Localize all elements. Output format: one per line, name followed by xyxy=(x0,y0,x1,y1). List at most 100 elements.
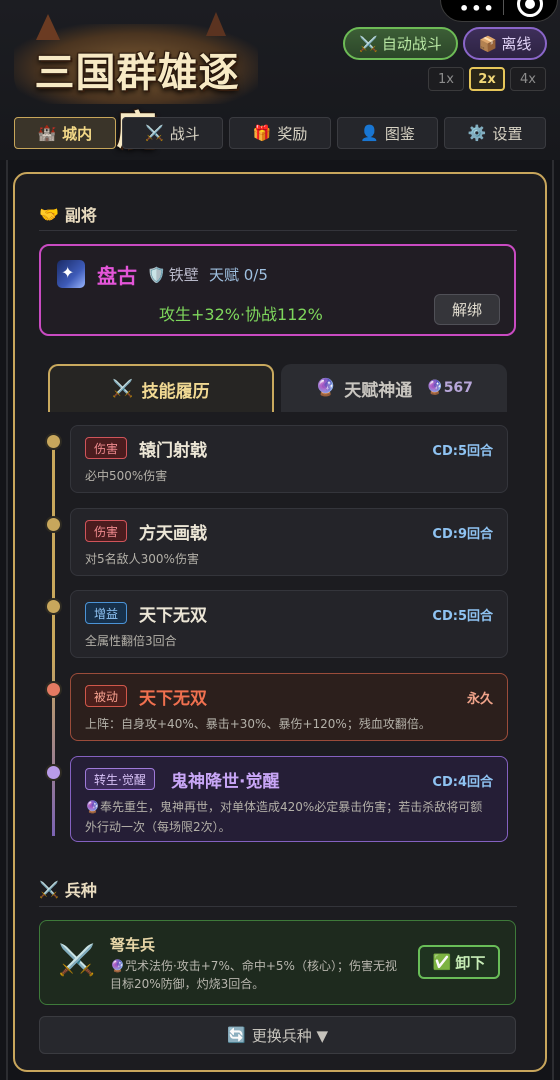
deputy-card[interactable]: ✦ 盘古 🛡️ 铁壁 天赋 0/5 攻生+32%·协战112% 解绑 xyxy=(39,244,516,336)
general-trait: 🛡️ 铁壁 xyxy=(147,264,199,285)
deputy-bonus: 攻生+32%·协战112% xyxy=(159,305,323,324)
skill-cooldown: CD:4回合 xyxy=(432,775,493,790)
timeline-dot xyxy=(45,516,62,533)
crossed-swords-icon: ⚔️ xyxy=(145,124,164,142)
close-miniapp-icon[interactable] xyxy=(517,0,543,17)
tab-label: 天赋神通 xyxy=(344,380,413,401)
unbind-button[interactable]: 解绑 xyxy=(434,294,500,325)
skill-name: 辕门射戟 xyxy=(139,441,207,461)
tab-city[interactable]: 🏰 城内 xyxy=(14,117,116,149)
general-avatar: ✦ xyxy=(57,260,85,288)
unequip-label: 卸下 xyxy=(455,953,486,972)
auto-battle-button[interactable]: ⚔️ 自动战斗 xyxy=(343,27,458,60)
talent-points-value: 567 xyxy=(443,380,473,396)
skill-name: 鬼神降世·觉醒 xyxy=(171,772,280,792)
skill-card[interactable]: 伤害 方天画戟 CD:9回合 对5名敌人300%伤害 xyxy=(70,508,508,576)
tab-codex[interactable]: 👤 图鉴 xyxy=(336,117,439,149)
tab-label: 技能履历 xyxy=(141,381,210,402)
handshake-icon: 🤝 xyxy=(39,204,59,224)
left-frame-line xyxy=(6,160,8,1080)
skill-name: 天下无双 xyxy=(139,606,207,626)
refresh-icon: 🔄 xyxy=(227,1026,246,1044)
gear-icon: ⚙️ xyxy=(467,124,487,142)
troop-description: 🔮咒术法伤·攻击+7%、命中+5%（核心）；伤害无视目标20%防御，灼烧3回合。 xyxy=(110,959,397,991)
crossed-swords-icon: ⚔️ xyxy=(112,379,134,399)
speed-4x-button[interactable]: 4x xyxy=(510,67,546,91)
tab-label: 设置 xyxy=(492,124,523,143)
unequip-button[interactable]: ✅ 卸下 xyxy=(418,945,500,979)
crossed-swords-icon: ⚔️ xyxy=(39,879,59,899)
skill-cooldown: CD:5回合 xyxy=(432,609,493,624)
general-detail-panel: 🤝 副将 ✦ 盘古 🛡️ 铁壁 天赋 0/5 攻生+32%·协战112% 解绑 … xyxy=(13,172,547,1072)
tab-talent-powers[interactable]: 🔮 天赋神通 🔮567 xyxy=(281,364,507,412)
troop-card[interactable]: ⚔️ 弩车兵 🔮咒术法伤·攻击+7%、命中+5%（核心）；伤害无视目标20%防御… xyxy=(39,920,516,1005)
skill-description: 全属性翻倍3回合 xyxy=(85,634,177,648)
skill-type-tag: 伤害 xyxy=(85,520,128,542)
auto-battle-label: 自动战斗 xyxy=(381,35,442,53)
skill-description: 🔮奉先重生，鬼神再世，对单体造成420%必定暴击伤害；若击杀敌将可额外行动一次（… xyxy=(85,800,483,834)
timeline-dot xyxy=(45,598,62,615)
flag-icon xyxy=(36,14,60,40)
game-logo: 三国群雄逐鹿 xyxy=(14,10,258,154)
person-icon: 👤 xyxy=(360,124,379,142)
skill-name: 天下无双 xyxy=(139,689,207,709)
miniapp-capsule[interactable]: ••• xyxy=(440,0,558,22)
timeline-dot xyxy=(45,764,62,781)
skill-type-tag: 被动 xyxy=(85,685,128,707)
skill-cooldown: CD:5回合 xyxy=(432,444,493,459)
divider xyxy=(39,906,517,907)
talent-progress: 天赋 0/5 xyxy=(209,266,268,284)
skill-cooldown: CD:9回合 xyxy=(432,527,493,542)
package-icon: 📦 xyxy=(478,34,498,53)
crystal-ball-icon: 🔮 xyxy=(315,378,337,398)
offline-button[interactable]: 📦 离线 xyxy=(463,27,547,60)
castle-icon: 🏰 xyxy=(37,124,57,142)
speed-2x-button[interactable]: 2x xyxy=(469,67,505,91)
skill-card[interactable]: 伤害 辕门射戟 CD:5回合 必中500%伤害 xyxy=(70,425,508,493)
talent-points: 🔮567 xyxy=(426,380,473,396)
timeline-dot xyxy=(45,433,62,450)
check-icon: ✅ xyxy=(432,953,452,971)
deputy-section-title: 🤝 副将 xyxy=(39,202,97,226)
skill-name: 方天画戟 xyxy=(139,524,207,544)
general-name: 盘古 xyxy=(97,264,137,288)
tab-label: 图鉴 xyxy=(384,124,415,143)
tab-label: 城内 xyxy=(62,124,93,143)
flag-icon xyxy=(206,12,226,36)
skill-description: 必中500%伤害 xyxy=(85,469,168,483)
skill-type-tag: 伤害 xyxy=(85,437,128,459)
crystal-ball-icon: 🔮 xyxy=(426,380,444,396)
shield-icon: 🛡️ xyxy=(147,265,166,284)
galaxy-icon: ✦ xyxy=(61,263,75,282)
gift-icon: 🎁 xyxy=(252,124,272,142)
crossed-swords-icon: ⚔️ xyxy=(359,34,378,53)
deputy-title-text: 副将 xyxy=(64,206,97,225)
skill-card-awakening[interactable]: 转生·觉醒 鬼神降世·觉醒 CD:4回合 🔮奉先重生，鬼神再世，对单体造成420… xyxy=(70,756,508,842)
skill-type-tag: 增益 xyxy=(85,602,128,624)
tab-skill-history[interactable]: ⚔️ 技能履历 xyxy=(48,364,274,412)
troop-name: 弩车兵 xyxy=(110,936,156,954)
troops-section-title: ⚔️ 兵种 xyxy=(39,877,97,901)
header: 三国群雄逐鹿 ••• ⚔️ 自动战斗 📦 离线 1x 2x 4x 🏰 城内 ⚔️… xyxy=(0,0,560,160)
trait-label: 铁壁 xyxy=(168,266,199,284)
tab-settings[interactable]: ⚙️ 设置 xyxy=(444,117,546,149)
tab-label: 战斗 xyxy=(169,124,200,143)
tab-battle[interactable]: ⚔️ 战斗 xyxy=(121,117,224,149)
skill-duration: 永久 xyxy=(466,692,493,707)
skill-type-tag: 转生·觉醒 xyxy=(85,768,155,790)
skill-card[interactable]: 增益 天下无双 CD:5回合 全属性翻倍3回合 xyxy=(70,590,508,658)
capsule-divider xyxy=(503,0,504,15)
offline-label: 离线 xyxy=(501,35,532,53)
divider xyxy=(39,230,517,231)
speed-1x-button[interactable]: 1x xyxy=(428,67,464,91)
skill-description: 上阵：自身攻+40%、暴击+30%、暴伤+120%；残血攻翻倍。 xyxy=(85,717,431,731)
right-frame-line xyxy=(552,160,554,1080)
more-icon[interactable]: ••• xyxy=(459,0,496,18)
troops-title-text: 兵种 xyxy=(64,881,97,900)
skill-card-passive[interactable]: 被动 天下无双 永久 上阵：自身攻+40%、暴击+30%、暴伤+120%；残血攻… xyxy=(70,673,508,741)
tab-rewards[interactable]: 🎁 奖励 xyxy=(229,117,331,149)
change-troop-label: 更换兵种 ▼ xyxy=(251,1026,328,1045)
change-troop-button[interactable]: 🔄 更换兵种 ▼ xyxy=(39,1016,516,1054)
tab-label: 奖励 xyxy=(277,124,308,143)
main-tabs: 🏰 城内 ⚔️ 战斗 🎁 奖励 👤 图鉴 ⚙️ 设置 xyxy=(14,117,546,149)
